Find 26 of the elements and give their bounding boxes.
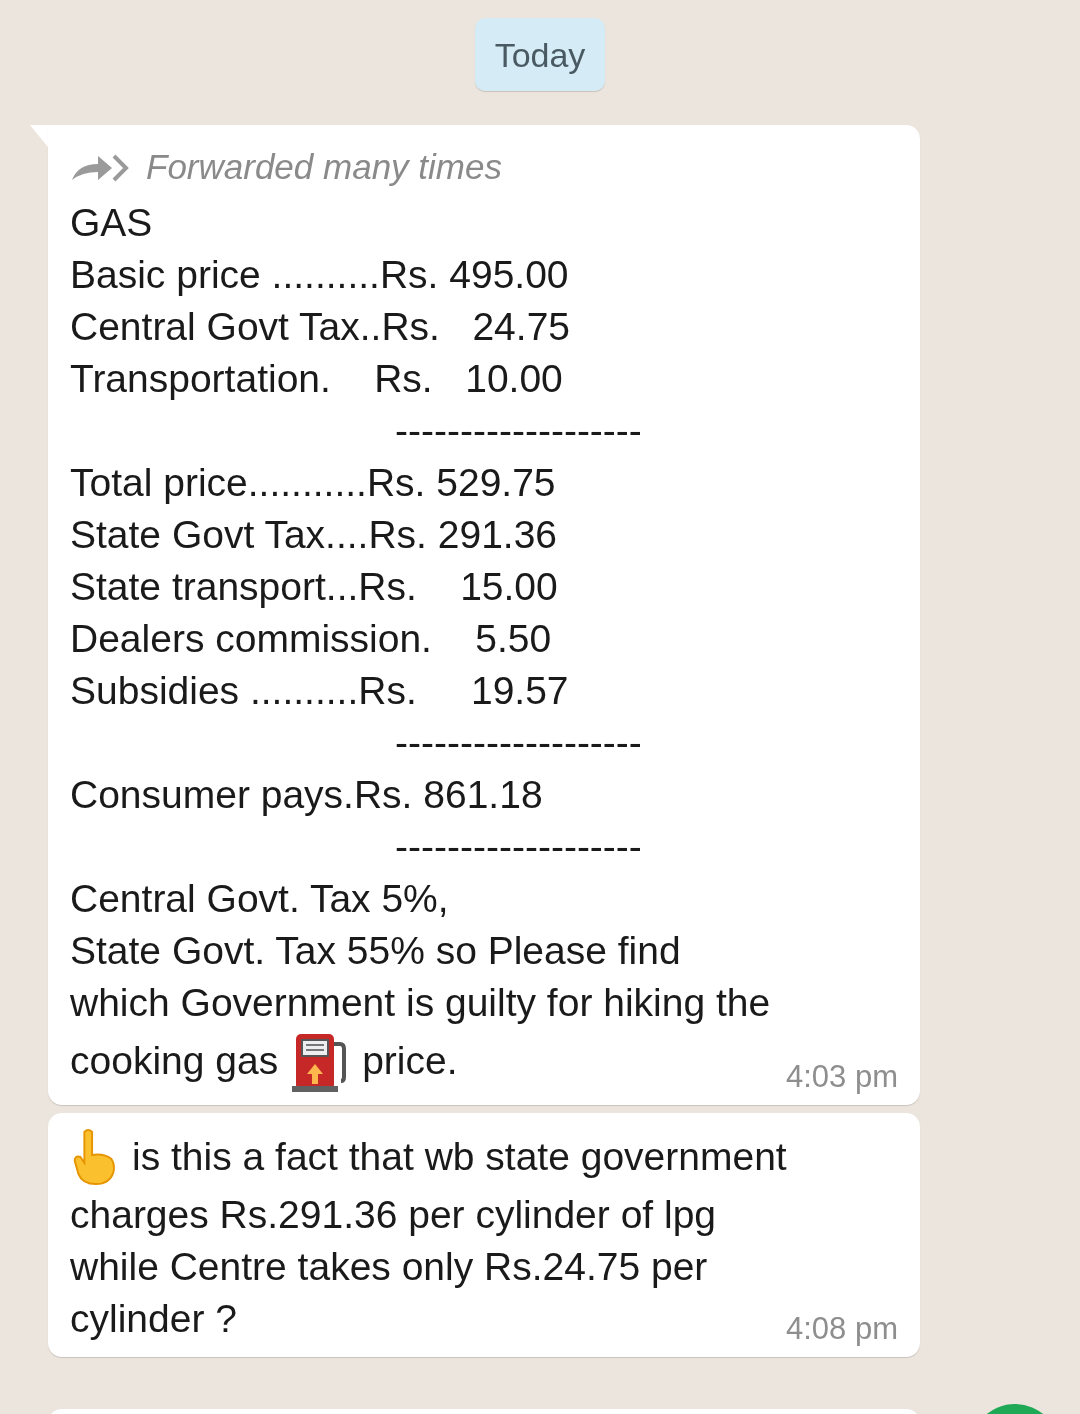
date-chip: Today <box>474 18 606 91</box>
message-text: ------------------- <box>394 824 642 870</box>
message-text: ------------------- <box>394 408 642 454</box>
message-text: State Govt. Tax 55% so Please find <box>70 928 681 974</box>
message-text: while Centre takes only Rs.24.75 per <box>70 1244 708 1290</box>
message-text: is this a fact that wb state government <box>132 1134 787 1180</box>
message-text: Central Govt. Tax 5%, <box>70 876 449 922</box>
message-time: 4:03 pm <box>786 1059 898 1095</box>
message-text: Transportation. Rs. 10.00 <box>70 356 563 402</box>
message-text: charges Rs.291.36 per cylinder of lpg <box>70 1192 717 1238</box>
message-text: State Govt Tax....Rs. 291.36 <box>70 512 558 558</box>
message-text: State transport...Rs. 15.00 <box>70 564 558 610</box>
message-text: Consumer pays.Rs. 861.18 <box>70 772 543 818</box>
message-text: Dealers commission. 5.50 <box>70 616 552 662</box>
message-text: cooking gas <box>70 1038 279 1084</box>
message-text: Central Govt Tax..Rs. 24.75 <box>70 304 570 350</box>
message-text: Subsidies ..........Rs. 19.57 <box>70 668 569 714</box>
message-text: price. <box>362 1038 458 1084</box>
message-text: GAS <box>70 200 153 246</box>
message-text: cylinder ? <box>70 1296 237 1342</box>
forwarded-label: Forwarded many times <box>146 147 502 187</box>
message-time: 4:08 pm <box>786 1311 898 1347</box>
message-text: which Government is guilty for hiking the <box>70 980 771 1026</box>
message-text: ------------------- <box>394 720 642 766</box>
message-text: Total price...........Rs. 529.75 <box>70 460 556 506</box>
message-text: Basic price ..........Rs. 495.00 <box>70 252 569 298</box>
